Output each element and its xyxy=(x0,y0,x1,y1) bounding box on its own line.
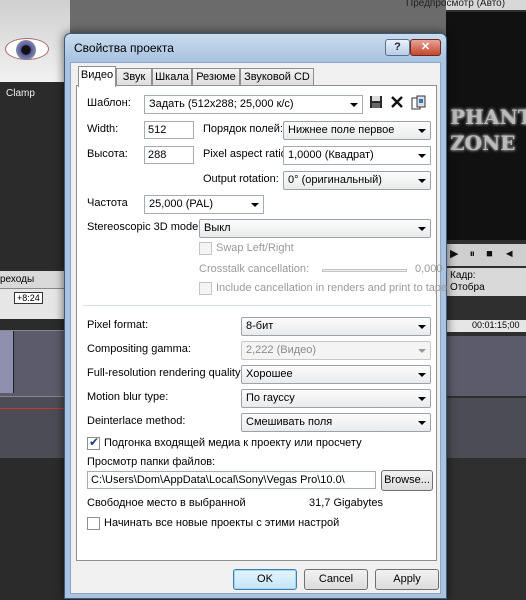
apply-button[interactable]: Apply xyxy=(375,569,439,590)
time-marker: +8:24 xyxy=(14,292,43,304)
audio-track-right[interactable] xyxy=(446,398,526,458)
media-thumbnail[interactable] xyxy=(0,0,70,82)
pixel-aspect-label: Pixel aspect ratio: xyxy=(203,148,290,160)
output-rotation-label: Output rotation: xyxy=(203,173,279,185)
transitions-tab[interactable]: реходы xyxy=(0,271,70,289)
cancel-button[interactable]: Cancel xyxy=(304,569,368,590)
pixel-format-label: Pixel format: xyxy=(87,319,149,331)
media-pane: Clamp реходы +8:24 xyxy=(0,0,70,600)
preview-pane: Предпросмотр (Авто) PHANTOMZONE ▶ ⏸ ■ ◄ … xyxy=(406,0,526,600)
dialog-title: Свойства проекта xyxy=(74,41,174,55)
browse-button[interactable]: Browse... xyxy=(381,470,433,491)
ok-button[interactable]: OK xyxy=(233,569,297,590)
thumbnail-label: Clamp xyxy=(6,88,35,99)
eye-image xyxy=(5,38,49,60)
video-preview: PHANTOMZONE xyxy=(446,12,526,240)
timeline-timecode: 00:01:15;00 xyxy=(446,320,526,332)
output-rotation-combo[interactable]: 0° (оригинальный) xyxy=(283,171,431,190)
deinterlace-combo[interactable]: Смешивать поля xyxy=(241,413,431,432)
swap-left-right-checkbox[interactable] xyxy=(199,242,212,255)
video-tab-panel: Шаблон: Задать (512x288; 25,000 к/с) Wid… xyxy=(76,85,447,561)
field-order-combo[interactable]: Нижнее поле первое xyxy=(283,121,431,140)
compositing-gamma-label: Compositing gamma: xyxy=(87,343,191,355)
video-track-right[interactable] xyxy=(446,336,526,396)
tab-video[interactable]: Видео xyxy=(78,66,116,87)
adapt-media-label: Подгонка входящей медиа к проекту или пр… xyxy=(104,437,362,449)
check-mark-icon: ✔ xyxy=(89,435,100,449)
delete-template-icon[interactable] xyxy=(388,95,406,113)
dialog-titlebar[interactable]: Свойства проекта ? ✕ xyxy=(65,34,446,60)
free-space-label: Свободное место в выбранной xyxy=(87,497,246,509)
height-field[interactable]: 288 xyxy=(144,146,194,164)
include-cancellation-label: Include cancellation in renders and prin… xyxy=(216,282,448,294)
background-toolbar xyxy=(70,0,446,36)
width-label: Width: xyxy=(87,123,119,135)
render-quality-label: Full-resolution rendering quality: xyxy=(87,367,244,379)
tab-ruler[interactable]: Шкала xyxy=(152,68,192,86)
template-label: Шаблон: xyxy=(87,97,131,109)
motion-blur-label: Motion blur type: xyxy=(87,391,169,403)
stereo-3d-label: Stereoscopic 3D mode: xyxy=(87,221,202,233)
compositing-gamma-combo[interactable]: 2,222 (Видео) xyxy=(241,341,431,360)
frame-rate-label: Частота xyxy=(87,197,128,209)
audio-track[interactable] xyxy=(0,396,70,458)
folder-path-field[interactable]: C:\Users\Dom\AppData\Local\Sony\Vegas Pr… xyxy=(87,471,376,489)
free-space-value: 31,7 Gigabytes xyxy=(309,497,383,509)
project-properties-dialog: Свойства проекта ? ✕ Видео Звук Шкала Ре… xyxy=(64,33,447,599)
swap-left-right-label: Swap Left/Right xyxy=(216,242,294,254)
transport-controls[interactable]: ▶ ⏸ ■ ◄ xyxy=(446,244,526,266)
help-button[interactable]: ? xyxy=(385,39,410,56)
save-template-icon[interactable] xyxy=(367,95,385,113)
tab-summary[interactable]: Резюме xyxy=(192,68,240,86)
folder-label: Просмотр папки файлов: xyxy=(87,456,216,468)
include-cancellation-checkbox[interactable] xyxy=(199,282,212,295)
crosstalk-label: Crosstalk cancellation: xyxy=(199,263,310,275)
preview-header: Предпросмотр (Авто) xyxy=(406,0,526,10)
tab-audio-cd[interactable]: Звуковой CD xyxy=(240,68,314,86)
timeline-ruler[interactable]: +8:24 xyxy=(0,289,70,319)
height-label: Высота: xyxy=(87,148,128,160)
crosstalk-value: 0,000 xyxy=(415,263,443,275)
dialog-client: Видео Звук Шкала Резюме Звуковой CD Шабл… xyxy=(70,62,447,594)
pixel-format-combo[interactable]: 8-бит xyxy=(241,317,431,336)
adapt-media-checkbox[interactable]: ✔ xyxy=(87,435,100,450)
track-clip[interactable] xyxy=(0,331,14,393)
stereo-3d-combo[interactable]: Выкл xyxy=(199,219,431,238)
width-field[interactable]: 512 xyxy=(144,121,194,139)
frame-info: Кадр: Отобра xyxy=(446,268,526,296)
motion-blur-combo[interactable]: По гауссу xyxy=(241,389,431,408)
template-combo[interactable]: Задать (512x288; 25,000 к/с) xyxy=(144,95,363,114)
pixel-aspect-combo[interactable]: 1,0000 (Квадрат) xyxy=(283,146,431,165)
match-media-icon[interactable] xyxy=(410,95,428,113)
field-order-label: Порядок полей: xyxy=(203,123,283,135)
video-track[interactable] xyxy=(0,330,70,396)
deinterlace-label: Deinterlace method: xyxy=(87,415,186,427)
start-new-projects-label: Начинать все новые проекты с этими настр… xyxy=(104,517,340,529)
tab-audio[interactable]: Звук xyxy=(116,68,152,86)
render-quality-combo[interactable]: Хорошее xyxy=(241,365,431,384)
separator xyxy=(83,305,431,306)
close-button[interactable]: ✕ xyxy=(410,39,441,56)
crosstalk-slider[interactable] xyxy=(322,269,407,272)
frame-rate-combo[interactable]: 25,000 (PAL) xyxy=(144,195,264,214)
volume-envelope xyxy=(0,408,70,409)
start-new-projects-checkbox[interactable] xyxy=(87,517,100,530)
